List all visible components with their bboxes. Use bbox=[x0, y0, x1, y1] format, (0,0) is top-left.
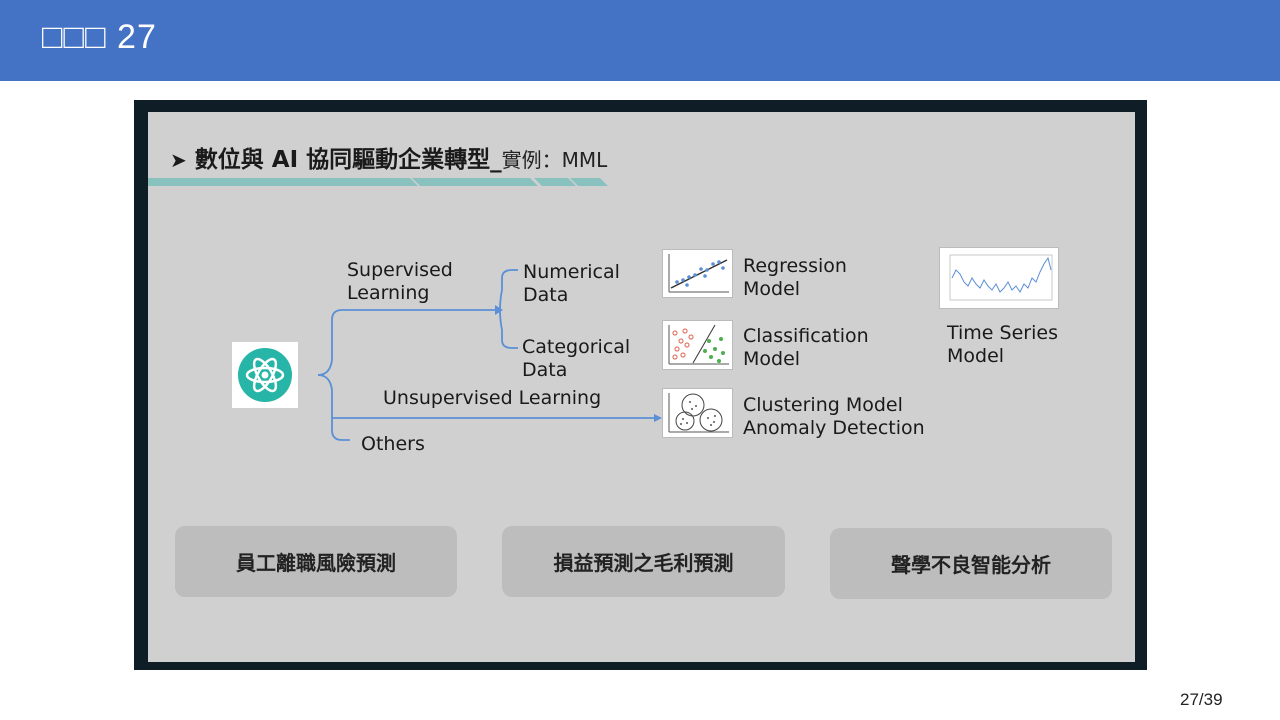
clustering-plot-icon bbox=[662, 388, 733, 438]
others-label: Others bbox=[361, 433, 425, 455]
gross-profit-forecast-button[interactable]: 損益預測之毛利預測 bbox=[502, 526, 785, 597]
classification-model-label: Classification Model bbox=[743, 325, 869, 370]
clustering-model-label: Clustering Model Anomaly Detection bbox=[743, 394, 925, 439]
supervised-learning-label: Supervised Learning bbox=[347, 259, 453, 304]
page-number: 27/39 bbox=[1180, 690, 1223, 709]
regression-model-label: Regression Model bbox=[743, 255, 847, 300]
classification-plot-icon bbox=[662, 320, 733, 370]
regression-plot-icon bbox=[662, 249, 733, 298]
ai-atom-icon bbox=[232, 342, 298, 408]
categorical-data-label: Categorical Data bbox=[522, 336, 631, 381]
time-series-plot-icon bbox=[939, 247, 1059, 309]
numerical-data-label: Numerical Data bbox=[523, 261, 620, 306]
employee-turnover-risk-button[interactable]: 員工離職風險預測 bbox=[175, 526, 457, 597]
time-series-model-label: Time Series Model bbox=[947, 322, 1058, 367]
unsupervised-learning-label: Unsupervised Learning bbox=[383, 387, 602, 409]
acoustic-defect-analysis-button[interactable]: 聲學不良智能分析 bbox=[830, 528, 1112, 599]
heading-underline bbox=[148, 178, 608, 186]
diagram-lines bbox=[148, 178, 662, 441]
